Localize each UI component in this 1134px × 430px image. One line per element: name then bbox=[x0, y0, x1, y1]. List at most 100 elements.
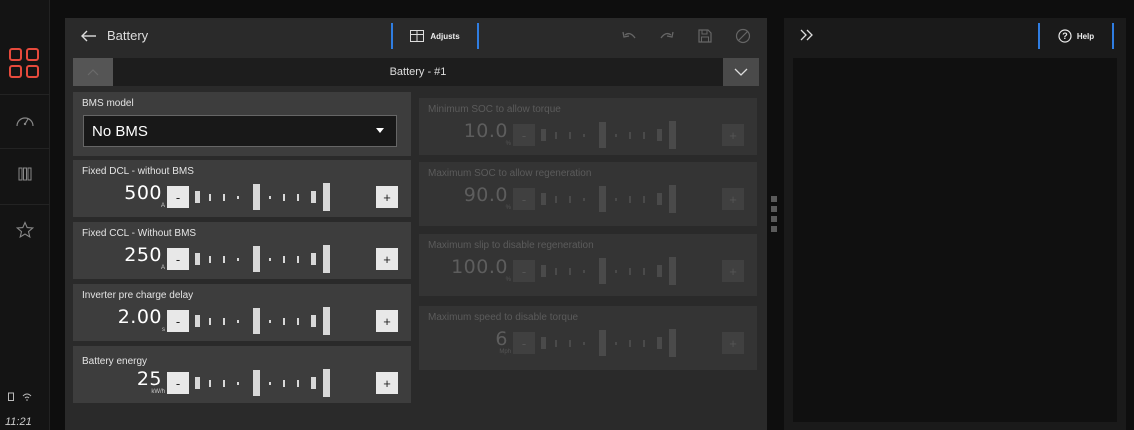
decrement-button[interactable]: - bbox=[513, 260, 535, 282]
value-slider[interactable] bbox=[195, 244, 375, 274]
value-slider[interactable] bbox=[195, 182, 375, 212]
slider-tick bbox=[253, 370, 260, 396]
slider-tick bbox=[541, 193, 546, 205]
decrement-button[interactable]: - bbox=[167, 186, 189, 208]
slider-tick bbox=[195, 377, 200, 389]
slider-tick bbox=[237, 257, 239, 261]
save-button[interactable] bbox=[695, 26, 715, 46]
value-slider[interactable] bbox=[195, 368, 375, 398]
slider-tick bbox=[583, 133, 585, 137]
logo-icon[interactable] bbox=[9, 48, 41, 80]
next-battery-button[interactable] bbox=[723, 58, 759, 86]
status-icons bbox=[8, 392, 32, 401]
decrement-button[interactable]: - bbox=[167, 248, 189, 270]
battery-nav-item[interactable] bbox=[0, 148, 50, 198]
expand-button[interactable] bbox=[800, 28, 814, 46]
slider-tick bbox=[237, 319, 239, 323]
help-button[interactable]: ? Help bbox=[1038, 23, 1114, 49]
param-value: 90.0 bbox=[463, 184, 508, 206]
slider-tick bbox=[643, 339, 645, 347]
back-arrow-icon bbox=[81, 30, 96, 41]
slider-tick bbox=[283, 379, 285, 387]
increment-button[interactable]: + bbox=[376, 186, 398, 208]
decrement-button[interactable]: - bbox=[167, 372, 189, 394]
slider-tick bbox=[657, 265, 662, 277]
param-unit: % bbox=[505, 205, 511, 211]
param-inverter-precharge-delay: Inverter pre charge delay 2.00 s - + bbox=[73, 284, 411, 341]
slider-tick bbox=[599, 258, 606, 284]
slider-tick bbox=[669, 329, 676, 357]
value-slider[interactable] bbox=[541, 328, 721, 358]
slider-tick bbox=[195, 315, 200, 327]
slider-tick bbox=[599, 122, 606, 148]
cancel-icon bbox=[735, 28, 751, 44]
slider-tick bbox=[583, 269, 585, 273]
battery-selector-value[interactable]: Battery - #1 bbox=[113, 58, 723, 86]
slider-tick bbox=[629, 195, 631, 203]
increment-button[interactable]: + bbox=[376, 310, 398, 332]
increment-button[interactable]: + bbox=[722, 332, 744, 354]
tab-adjusts-label: Adjusts bbox=[430, 31, 460, 41]
slider-tick bbox=[323, 245, 330, 273]
param-value: 100.0 bbox=[451, 256, 508, 278]
value-slider[interactable] bbox=[541, 120, 721, 150]
value-slider[interactable] bbox=[541, 256, 721, 286]
increment-button[interactable]: + bbox=[722, 260, 744, 282]
expand-icon bbox=[800, 29, 813, 41]
value-slider[interactable] bbox=[195, 306, 375, 336]
previous-battery-button[interactable] bbox=[73, 58, 113, 86]
bms-model-select[interactable]: No BMS bbox=[83, 115, 397, 147]
redo-button[interactable] bbox=[657, 26, 677, 46]
increment-button[interactable]: + bbox=[376, 372, 398, 394]
slider-tick bbox=[253, 308, 260, 334]
tab-adjusts[interactable]: Adjusts bbox=[391, 23, 479, 49]
increment-button[interactable]: + bbox=[376, 248, 398, 270]
caret-down-icon bbox=[376, 128, 384, 133]
toolbar-actions bbox=[619, 26, 753, 46]
slider-tick bbox=[555, 267, 557, 275]
favorites-nav-item[interactable] bbox=[0, 204, 50, 254]
param-label: BMS model bbox=[82, 98, 134, 109]
back-button[interactable]: Battery bbox=[81, 28, 148, 43]
chevron-up-icon bbox=[87, 68, 99, 75]
increment-button[interactable]: + bbox=[722, 124, 744, 146]
param-value: 10.0 bbox=[463, 120, 508, 142]
slider-tick bbox=[599, 330, 606, 356]
slider-tick bbox=[541, 129, 546, 141]
slider-tick bbox=[323, 183, 330, 211]
redo-icon bbox=[660, 31, 674, 39]
panel-resize-handle[interactable] bbox=[771, 196, 777, 236]
slider-tick bbox=[669, 257, 676, 285]
param-value: 250 bbox=[124, 244, 162, 266]
decrement-button[interactable]: - bbox=[513, 332, 535, 354]
slider-tick bbox=[283, 193, 285, 201]
slider-tick bbox=[323, 369, 330, 397]
increment-button[interactable]: + bbox=[722, 188, 744, 210]
undo-button[interactable] bbox=[619, 26, 639, 46]
decrement-button[interactable]: - bbox=[513, 124, 535, 146]
slider-tick bbox=[643, 195, 645, 203]
slider-tick bbox=[555, 339, 557, 347]
param-value: 25 bbox=[136, 368, 162, 390]
cancel-button[interactable] bbox=[733, 26, 753, 46]
slider-tick bbox=[541, 265, 546, 277]
help-content-pane bbox=[793, 58, 1117, 422]
slider-tick bbox=[311, 191, 316, 203]
slider-tick bbox=[283, 255, 285, 263]
table-icon bbox=[410, 30, 425, 42]
slider-tick bbox=[269, 381, 271, 385]
param-unit: Mph bbox=[499, 349, 511, 355]
param-unit: % bbox=[505, 141, 511, 147]
decrement-button[interactable]: - bbox=[167, 310, 189, 332]
slider-tick bbox=[323, 307, 330, 335]
dashboard-nav-item[interactable] bbox=[0, 94, 50, 144]
star-icon bbox=[16, 220, 34, 238]
slider-tick bbox=[615, 197, 617, 201]
decrement-button[interactable]: - bbox=[513, 188, 535, 210]
slider-tick bbox=[657, 129, 662, 141]
slider-tick bbox=[555, 195, 557, 203]
value-slider[interactable] bbox=[541, 184, 721, 214]
battery-status-icon bbox=[8, 392, 14, 401]
slider-tick bbox=[269, 319, 271, 323]
param-label: Minimum SOC to allow torque bbox=[428, 104, 561, 115]
